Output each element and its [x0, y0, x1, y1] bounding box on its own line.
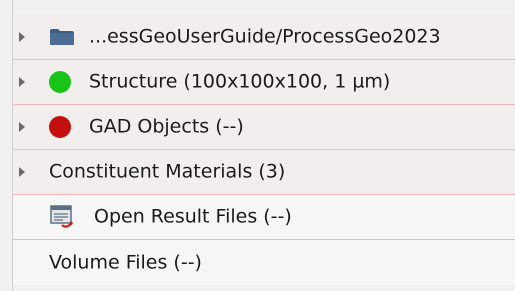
expand-arrow-icon[interactable]	[19, 32, 25, 42]
tree-item-gad-objects[interactable]: GAD Objects (--)	[13, 105, 515, 150]
tree-item-project-path[interactable]: ...essGeoUserGuide/ProcessGeo2023	[13, 15, 515, 60]
tree-item-label: GAD Objects (--)	[89, 115, 244, 138]
expand-arrow-icon[interactable]	[19, 77, 25, 87]
green-dot-icon	[49, 71, 71, 93]
project-tree-panel: ...essGeoUserGuide/ProcessGeo2023 Struct…	[0, 0, 515, 291]
project-tree: ...essGeoUserGuide/ProcessGeo2023 Struct…	[13, 15, 515, 285]
tree-item-constituent-materials[interactable]: Constituent Materials (3)	[13, 150, 515, 195]
tree-item-label: Constituent Materials (3)	[49, 160, 286, 183]
red-dot-icon	[49, 116, 71, 138]
expand-arrow-icon[interactable]	[19, 167, 25, 177]
tree-item-open-result-files[interactable]: Open Result Files (--)	[13, 195, 515, 240]
folder-icon	[50, 29, 74, 45]
tree-item-label: Open Result Files (--)	[94, 205, 292, 228]
result-file-icon	[50, 205, 73, 228]
expand-arrow-icon[interactable]	[19, 122, 25, 132]
tree-item-structure[interactable]: Structure (100x100x100, 1 µm)	[13, 60, 515, 105]
tree-item-label: Structure (100x100x100, 1 µm)	[89, 70, 391, 93]
tree-item-volume-files[interactable]: Volume Files (--)	[13, 240, 515, 285]
tree-item-label: Volume Files (--)	[49, 251, 202, 273]
tree-item-label: ...essGeoUserGuide/ProcessGeo2023	[89, 25, 441, 48]
